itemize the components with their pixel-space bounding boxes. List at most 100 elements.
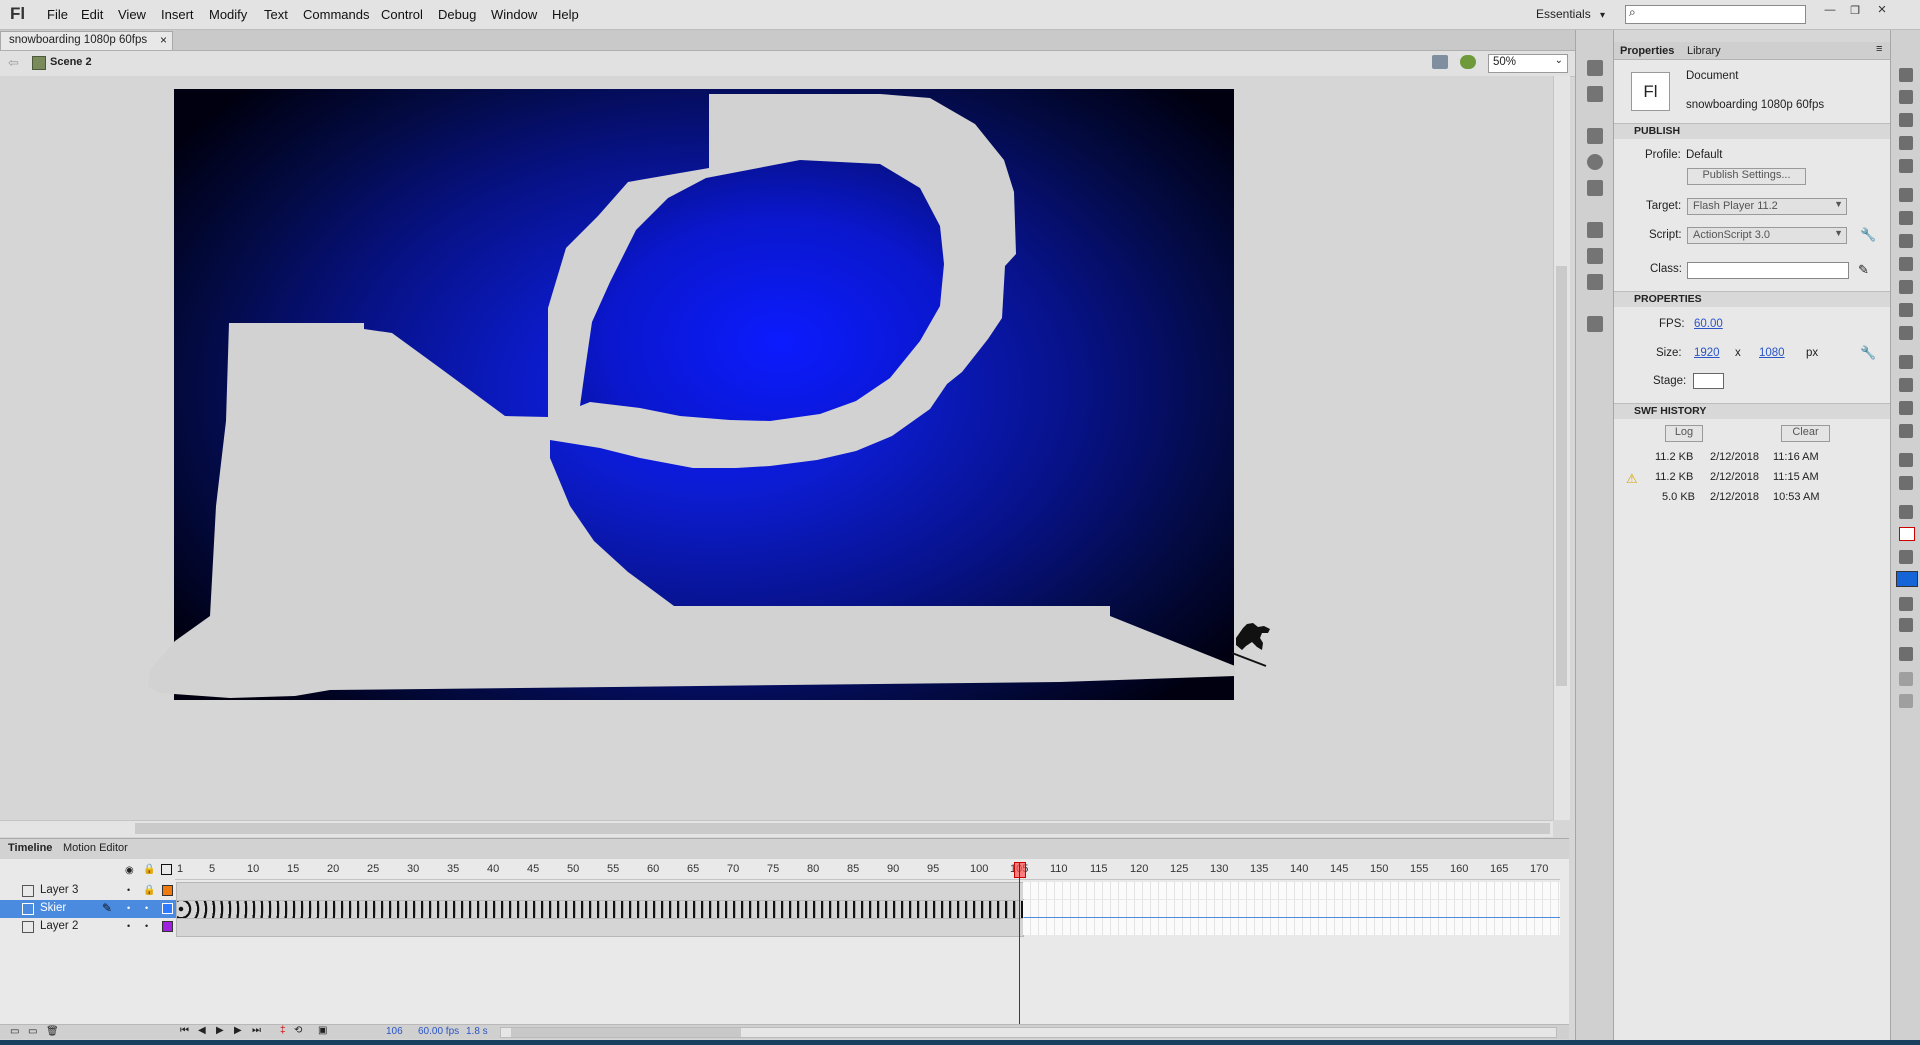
close-window-button[interactable]: × bbox=[1872, 1, 1892, 18]
publish-settings-button[interactable]: Publish Settings... bbox=[1687, 168, 1806, 185]
lasso-tool-icon[interactable] bbox=[1899, 159, 1913, 173]
scroll-thumb[interactable] bbox=[1556, 266, 1567, 686]
eraser-tool-icon[interactable] bbox=[1899, 424, 1913, 438]
fill-color-swatch[interactable] bbox=[1896, 571, 1918, 587]
first-frame-icon[interactable]: ⏮ bbox=[180, 1025, 189, 1036]
lock-dot[interactable]: • bbox=[145, 921, 148, 931]
clear-button[interactable]: Clear bbox=[1781, 425, 1830, 442]
snap-magnet-icon[interactable] bbox=[1899, 647, 1913, 661]
height-value[interactable]: 1080 bbox=[1759, 347, 1785, 359]
script-select[interactable]: ActionScript 3.0 ▼ bbox=[1687, 227, 1847, 244]
delete-layer-icon[interactable]: 🗑 bbox=[46, 1026, 59, 1037]
properties-section-header[interactable]: PROPERTIES bbox=[1614, 291, 1890, 307]
rectangle-tool-icon[interactable] bbox=[1899, 257, 1913, 271]
edit-symbols-icon[interactable] bbox=[1460, 55, 1476, 69]
bone-tool-icon[interactable] bbox=[1899, 355, 1913, 369]
layer-frames[interactable] bbox=[176, 918, 1024, 937]
center-frame-icon[interactable]: ‡ bbox=[280, 1025, 286, 1036]
document-tab[interactable]: snowboarding 1080p 60fps × bbox=[0, 31, 173, 50]
free-transform-tool-icon[interactable] bbox=[1899, 113, 1913, 127]
text-tool-icon[interactable] bbox=[1899, 211, 1913, 225]
class-input[interactable] bbox=[1687, 262, 1849, 279]
lock-icon[interactable]: 🔒 bbox=[143, 864, 155, 875]
stroke-color-swatch[interactable] bbox=[1899, 527, 1915, 541]
eyedropper-tool-icon[interactable] bbox=[1899, 401, 1913, 415]
stage-horizontal-scrollbar[interactable] bbox=[0, 820, 1553, 837]
restore-button[interactable]: ❐ bbox=[1845, 4, 1865, 18]
visibility-dot[interactable]: • bbox=[127, 903, 130, 913]
outline-color-swatch[interactable] bbox=[162, 885, 173, 896]
menu-commands[interactable]: Commands bbox=[303, 7, 369, 22]
menu-text[interactable]: Text bbox=[264, 7, 288, 22]
tab-properties[interactable]: Properties bbox=[1620, 45, 1674, 57]
menu-view[interactable]: View bbox=[118, 7, 146, 22]
swf-history-section-header[interactable]: SWF HISTORY bbox=[1614, 403, 1890, 419]
target-select[interactable]: Flash Player 11.2 ▼ bbox=[1687, 198, 1847, 215]
tab-library[interactable]: Library bbox=[1687, 45, 1721, 57]
new-layer-icon[interactable]: ▭ bbox=[10, 1026, 19, 1037]
color-panel-icon[interactable] bbox=[1587, 60, 1603, 76]
play-icon[interactable]: ▶ bbox=[216, 1025, 224, 1036]
log-button[interactable]: Log bbox=[1665, 425, 1703, 442]
panel-menu-icon[interactable]: ≡ bbox=[1876, 43, 1882, 55]
scroll-thumb[interactable] bbox=[135, 823, 1550, 834]
layer-row-layer-2[interactable]: Layer 2 • • bbox=[0, 918, 1560, 937]
line-tool-icon[interactable] bbox=[1899, 234, 1913, 248]
visibility-dot[interactable]: • bbox=[127, 885, 130, 895]
layer-keyframes[interactable] bbox=[176, 900, 1024, 919]
info-panel-icon[interactable] bbox=[1587, 154, 1603, 170]
menu-debug[interactable]: Debug bbox=[438, 7, 476, 22]
brush-tool-icon[interactable] bbox=[1899, 303, 1913, 317]
black-white-icon[interactable] bbox=[1899, 597, 1913, 611]
outline-icon[interactable] bbox=[161, 864, 172, 875]
zoom-tool-icon[interactable] bbox=[1899, 476, 1913, 490]
pen-tool-icon[interactable] bbox=[1899, 188, 1913, 202]
onion-skin-icon[interactable]: ▣ bbox=[318, 1025, 327, 1036]
workspace-switcher[interactable]: Essentials ▾ bbox=[1536, 7, 1605, 21]
paint-bucket-tool-icon[interactable] bbox=[1899, 378, 1913, 392]
empty-frames[interactable] bbox=[1023, 882, 1560, 899]
last-frame-icon[interactable]: ⏭ bbox=[252, 1025, 261, 1036]
lock-dot[interactable]: • bbox=[145, 903, 148, 913]
loop-icon[interactable]: ⟲ bbox=[294, 1025, 302, 1036]
playhead-line[interactable] bbox=[1019, 862, 1020, 1025]
align-panel-icon[interactable] bbox=[1587, 128, 1603, 144]
publish-section-header[interactable]: PUBLISH bbox=[1614, 123, 1890, 139]
menu-window[interactable]: Window bbox=[491, 7, 537, 22]
visibility-dot[interactable]: • bbox=[127, 921, 130, 931]
scroll-thumb[interactable] bbox=[511, 1028, 741, 1037]
timeline-horizontal-scrollbar[interactable] bbox=[500, 1027, 1557, 1038]
playhead-handle[interactable] bbox=[1014, 862, 1026, 878]
step-back-icon[interactable]: ◀ bbox=[198, 1025, 206, 1036]
outline-color-swatch[interactable] bbox=[162, 921, 173, 932]
hand-tool-icon[interactable] bbox=[1899, 453, 1913, 467]
empty-frames[interactable] bbox=[1023, 900, 1560, 917]
minimize-button[interactable]: — bbox=[1820, 4, 1840, 18]
stroke-color-icon[interactable] bbox=[1899, 505, 1913, 519]
wrench-icon[interactable]: 🔧 bbox=[1860, 227, 1876, 243]
close-icon[interactable]: × bbox=[160, 33, 167, 47]
layer-frames[interactable] bbox=[176, 882, 1024, 901]
smooth-icon[interactable] bbox=[1899, 672, 1913, 686]
transform-panel-icon[interactable] bbox=[1587, 180, 1603, 196]
eye-icon[interactable]: ◉ bbox=[125, 865, 134, 876]
3d-rotation-tool-icon[interactable] bbox=[1899, 136, 1913, 150]
menu-edit[interactable]: Edit bbox=[81, 7, 103, 22]
layer-row-layer-3[interactable]: Layer 3 • 🔒 bbox=[0, 882, 1560, 901]
swatches-panel-icon[interactable] bbox=[1587, 86, 1603, 102]
tab-timeline[interactable]: Timeline bbox=[8, 842, 52, 854]
menu-file[interactable]: File bbox=[47, 7, 68, 22]
selection-tool-icon[interactable] bbox=[1899, 68, 1913, 82]
code-snippets-icon[interactable] bbox=[1587, 222, 1603, 238]
back-arrow-icon[interactable]: ⇦ bbox=[8, 55, 19, 71]
skier-figure[interactable] bbox=[1231, 623, 1270, 667]
history-panel-icon[interactable] bbox=[1587, 316, 1603, 332]
new-folder-icon[interactable]: ▭ bbox=[28, 1026, 37, 1037]
menu-modify[interactable]: Modify bbox=[209, 7, 247, 22]
frame-rate[interactable]: 60.00 fps bbox=[418, 1026, 459, 1037]
menu-insert[interactable]: Insert bbox=[161, 7, 194, 22]
pencil-tool-icon[interactable] bbox=[1899, 280, 1913, 294]
step-forward-icon[interactable]: ▶ bbox=[234, 1025, 242, 1036]
motion-presets-icon[interactable] bbox=[1587, 274, 1603, 290]
lock-icon[interactable]: 🔒 bbox=[143, 885, 155, 896]
